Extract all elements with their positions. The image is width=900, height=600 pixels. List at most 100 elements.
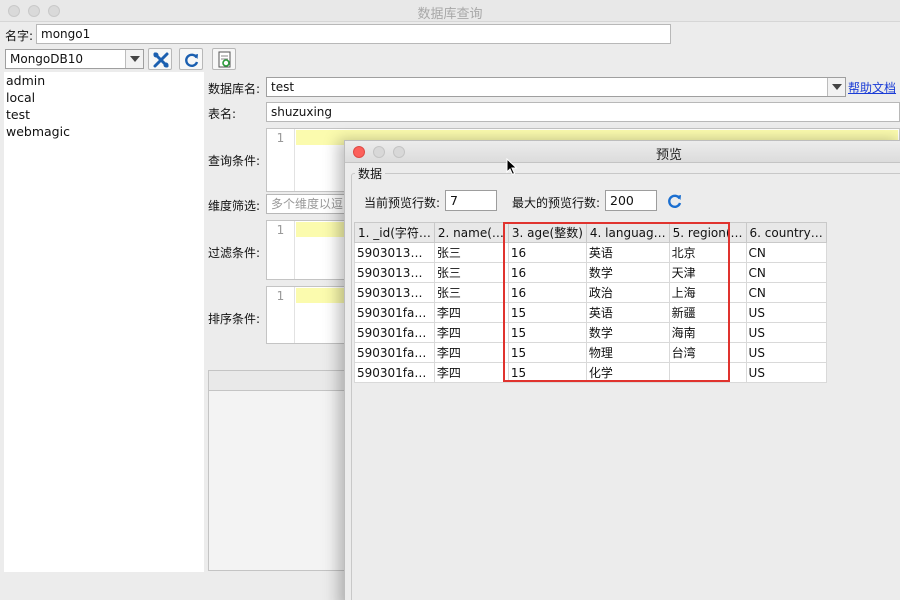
cell-id: 5903013… xyxy=(354,242,435,263)
database-item-test[interactable]: test xyxy=(4,106,204,123)
cell-age: 15 xyxy=(507,322,587,343)
cell-name: 张三 xyxy=(433,242,509,263)
cell-id: 5903013… xyxy=(354,262,435,283)
cell-id: 590301fa… xyxy=(354,302,435,323)
help-docs-link[interactable]: 帮助文档 xyxy=(848,79,896,96)
cell-age: 15 xyxy=(507,302,587,323)
cell-country: CN xyxy=(745,262,827,283)
database-item-webmagic[interactable]: webmagic xyxy=(4,123,204,140)
sort-condition-label: 排序条件: xyxy=(208,312,261,326)
mouse-cursor-icon xyxy=(506,158,518,176)
column-header-name[interactable]: 2. name(… xyxy=(433,222,509,243)
table-name-input[interactable]: shuzuxing xyxy=(266,102,900,122)
cell-age: 16 xyxy=(507,262,587,283)
cell-region: 台湾 xyxy=(668,342,747,363)
cell-id: 5903013… xyxy=(354,282,435,303)
line-number-gutter: 1 xyxy=(267,129,295,191)
table-row[interactable]: 590301fa… 李四 15 数学 海南 US xyxy=(354,322,827,343)
table-header-row: 1. _id(字符… 2. name(… 3. age(整数) 4. langu… xyxy=(354,222,827,243)
table-row[interactable]: 5903013… 张三 16 数学 天津 CN xyxy=(354,262,827,283)
cell-name: 张三 xyxy=(433,262,509,283)
cell-id: 590301fa… xyxy=(354,362,435,383)
database-name-value: test xyxy=(271,80,295,94)
max-rows-input[interactable]: 200 xyxy=(605,190,657,211)
query-condition-label: 查询条件: xyxy=(208,154,261,168)
database-name-label: 数据库名: xyxy=(208,82,261,96)
cell-language: 英语 xyxy=(585,302,670,323)
refresh-icon xyxy=(185,53,199,67)
cell-age: 16 xyxy=(507,282,587,303)
results-panel xyxy=(208,370,348,571)
cell-country: US xyxy=(745,322,827,343)
title-bar: 数据库查询 xyxy=(0,0,900,22)
preview-table[interactable]: 1. _id(字符… 2. name(… 3. age(整数) 4. langu… xyxy=(354,222,827,383)
current-rows-input[interactable]: 7 xyxy=(445,190,497,211)
column-header-region[interactable]: 5. region(… xyxy=(668,222,747,243)
table-row[interactable]: 590301fa… 李四 15 物理 台湾 US xyxy=(354,342,827,363)
column-header-id[interactable]: 1. _id(字符… xyxy=(354,222,435,243)
database-item-admin[interactable]: admin xyxy=(4,72,204,89)
dimension-filter-input[interactable]: 多个维度以逗 xyxy=(266,194,356,214)
table-row[interactable]: 5903013… 张三 16 英语 北京 CN xyxy=(354,242,827,263)
line-number-gutter: 1 xyxy=(267,287,295,343)
database-item-local[interactable]: local xyxy=(4,89,204,106)
name-input[interactable]: mongo1 xyxy=(36,24,671,44)
name-label: 名字: xyxy=(5,29,34,43)
preview-title: 预览 xyxy=(655,148,682,163)
max-rows-label: 最大的预览行数: xyxy=(512,196,601,210)
cell-id: 590301fa… xyxy=(354,322,435,343)
cell-language: 政治 xyxy=(585,282,670,303)
tools-icon xyxy=(153,52,169,68)
table-row[interactable]: 5903013… 张三 16 政治 上海 CN xyxy=(354,282,827,303)
table-row[interactable]: 590301fa… 李四 15 化学 US xyxy=(354,362,827,383)
cell-age: 15 xyxy=(507,362,587,383)
refresh-button[interactable] xyxy=(179,48,203,70)
cell-region: 新疆 xyxy=(668,302,747,323)
current-rows-label: 当前预览行数: xyxy=(364,196,441,210)
filter-condition-editor[interactable]: 1 xyxy=(266,220,356,280)
cell-country: US xyxy=(745,362,827,383)
line-number-gutter: 1 xyxy=(267,221,295,279)
cell-name: 李四 xyxy=(433,342,509,363)
cell-region: 上海 xyxy=(668,282,747,303)
sort-condition-editor[interactable]: 1 xyxy=(266,286,356,344)
cell-region: 北京 xyxy=(668,242,747,263)
cell-language: 英语 xyxy=(585,242,670,263)
cell-name: 李四 xyxy=(433,362,509,383)
column-header-age[interactable]: 3. age(整数) xyxy=(507,222,587,243)
dimension-filter-label: 维度筛选: xyxy=(208,199,261,213)
connection-select-value: MongoDB10 xyxy=(10,52,84,66)
connect-button[interactable] xyxy=(148,48,172,70)
cell-country: CN xyxy=(745,282,827,303)
cell-country: CN xyxy=(745,242,827,263)
cell-region: 天津 xyxy=(668,262,747,283)
cell-region: 海南 xyxy=(668,322,747,343)
chevron-down-icon xyxy=(125,50,143,68)
database-list[interactable]: admin local test webmagic xyxy=(4,72,204,572)
chevron-down-icon xyxy=(827,78,845,96)
refresh-preview-icon[interactable] xyxy=(666,192,684,210)
table-name-label: 表名: xyxy=(208,107,237,121)
window-title: 数据库查询 xyxy=(417,7,483,22)
database-name-select[interactable]: test xyxy=(266,77,846,97)
cell-name: 李四 xyxy=(433,302,509,323)
connection-select[interactable]: MongoDB10 xyxy=(5,49,144,69)
preview-dialog: 预览 数据 当前预览行数: 7 最大的预览行数: 200 1. _id(字符… … xyxy=(344,140,900,600)
cell-language: 化学 xyxy=(585,362,670,383)
preview-title-bar: 预览 xyxy=(345,141,900,163)
export-button[interactable] xyxy=(212,48,236,70)
cell-language: 数学 xyxy=(585,262,670,283)
cell-name: 张三 xyxy=(433,282,509,303)
table-row[interactable]: 590301fa… 李四 15 英语 新疆 US xyxy=(354,302,827,323)
cell-language: 物理 xyxy=(585,342,670,363)
cell-country: US xyxy=(745,342,827,363)
results-panel-header xyxy=(209,371,347,391)
data-group-label: 数据 xyxy=(355,165,386,182)
document-refresh-icon xyxy=(218,51,231,68)
column-header-country[interactable]: 6. country… xyxy=(745,222,827,243)
cell-age: 16 xyxy=(507,242,587,263)
filter-condition-label: 过滤条件: xyxy=(208,246,261,260)
cell-country: US xyxy=(745,302,827,323)
cell-language: 数学 xyxy=(585,322,670,343)
column-header-language[interactable]: 4. languag… xyxy=(585,222,670,243)
